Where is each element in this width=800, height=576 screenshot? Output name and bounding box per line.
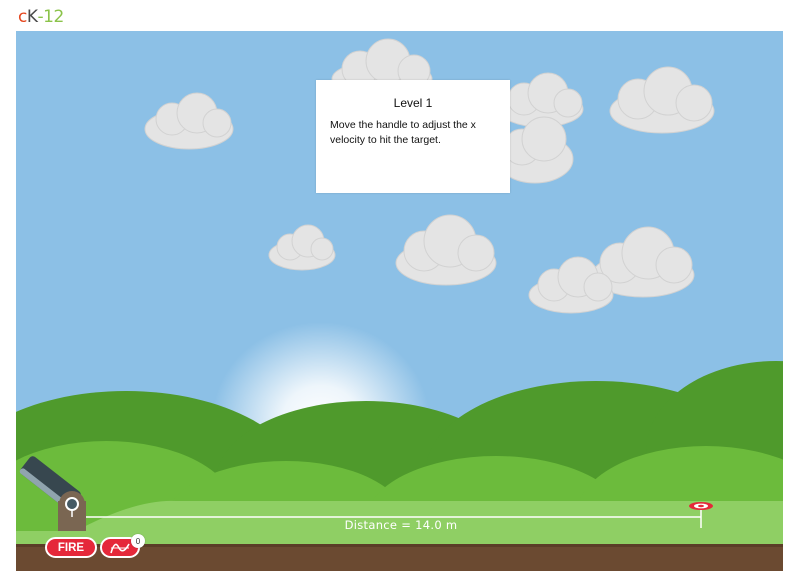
trace-count-badge: 0 [131, 534, 145, 548]
distance-label: Distance = 14.0 m [344, 518, 458, 532]
level-title: Level 1 [393, 96, 433, 110]
logo-number: 12 [43, 7, 64, 27]
logo-k: K [26, 7, 38, 27]
simulation-stage: Distance = 14.0 m Level 1 Move the handl… [16, 31, 783, 571]
level-instructions: Move the handle to adjust the x velocity… [330, 119, 476, 146]
ck12-logo: c K -12 [18, 6, 64, 28]
fire-button[interactable]: FIRE [45, 537, 97, 558]
target-icon [689, 502, 713, 510]
logo-c: c [18, 7, 27, 27]
trajectory-icon [110, 543, 130, 553]
level-dialog: Level 1 Move the handle to adjust the x … [316, 80, 510, 193]
